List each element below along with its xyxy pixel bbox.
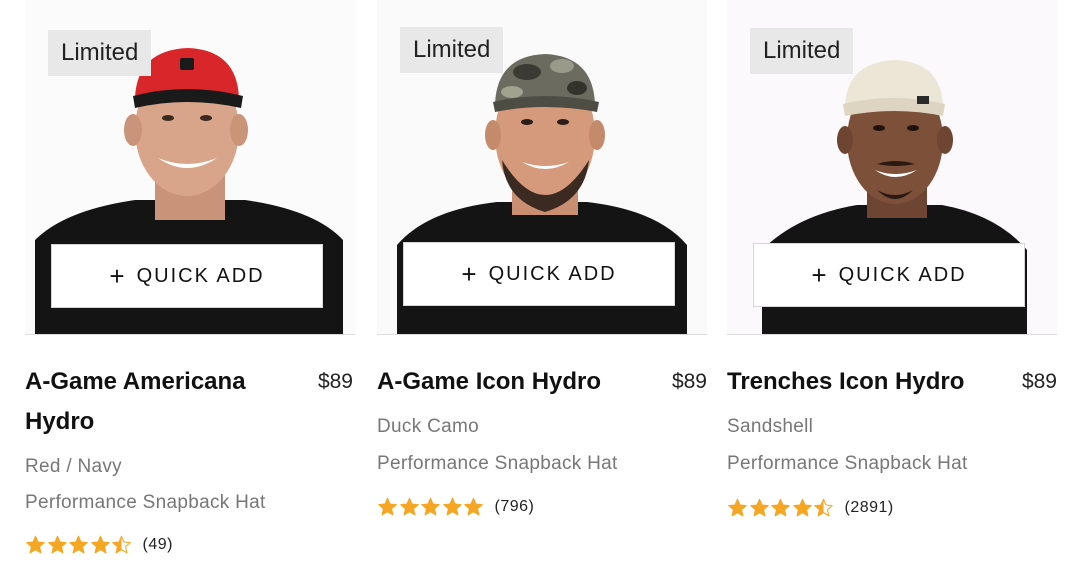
star-icon xyxy=(69,535,88,554)
plus-icon: + xyxy=(811,259,827,290)
product-price: $89 xyxy=(671,370,707,393)
star-icon xyxy=(464,497,483,516)
star-icon xyxy=(26,535,45,554)
star-icon xyxy=(421,497,440,516)
plus-icon: + xyxy=(109,260,125,291)
rating[interactable]: (796) xyxy=(377,496,534,518)
product-image[interactable]: Limited + QUICK ADD xyxy=(377,0,707,335)
review-count: (2891) xyxy=(844,499,894,516)
product-color: Sandshell xyxy=(727,416,814,437)
rating[interactable]: (49) xyxy=(25,534,173,556)
star-rating xyxy=(727,497,835,519)
product-image[interactable]: Limited + QUICK ADD xyxy=(727,0,1057,335)
star-icon xyxy=(378,497,397,516)
rating[interactable]: (2891) xyxy=(727,497,894,519)
star-icon xyxy=(442,497,462,516)
product-card[interactable]: Limited + QUICK ADD A-Game Americana Hyd… xyxy=(25,0,355,578)
star-icon xyxy=(112,535,131,554)
product-color: Duck Camo xyxy=(377,416,479,437)
star-rating xyxy=(377,496,485,518)
review-count: (796) xyxy=(494,498,535,515)
star-icon xyxy=(47,535,67,554)
product-price: $89 xyxy=(1021,370,1057,393)
quick-add-label: QUICK ADD xyxy=(838,263,967,286)
quick-add-label: QUICK ADD xyxy=(136,264,265,287)
product-type: Performance Snapback Hat xyxy=(727,453,968,474)
star-icon xyxy=(792,498,812,517)
star-rating xyxy=(25,534,133,556)
review-count: (49) xyxy=(142,536,173,553)
star-icon xyxy=(771,498,790,517)
quick-add-label: QUICK ADD xyxy=(488,262,617,285)
limited-badge: Limited xyxy=(48,30,152,76)
product-image[interactable]: Limited + QUICK ADD xyxy=(25,0,355,335)
limited-badge: Limited xyxy=(400,27,504,73)
product-card[interactable]: Limited + QUICK ADD A-Game Icon Hydro $8… xyxy=(377,0,707,578)
product-name[interactable]: Trenches Icon Hydro xyxy=(727,362,987,402)
star-icon xyxy=(399,497,419,516)
product-price: $89 xyxy=(317,370,353,393)
product-color: Red / Navy xyxy=(25,456,122,477)
product-card[interactable]: Limited + QUICK ADD Trenches Icon Hydro … xyxy=(727,0,1057,578)
limited-badge: Limited xyxy=(750,28,854,74)
quick-add-button[interactable]: + QUICK ADD xyxy=(51,244,323,308)
quick-add-button[interactable]: + QUICK ADD xyxy=(753,243,1025,307)
product-type: Performance Snapback Hat xyxy=(377,453,618,474)
product-name[interactable]: A-Game Icon Hydro xyxy=(377,362,637,402)
plus-icon: + xyxy=(461,258,477,289)
product-type: Performance Snapback Hat xyxy=(25,492,266,513)
product-name[interactable]: A-Game Americana Hydro xyxy=(25,362,285,442)
star-icon xyxy=(749,498,769,517)
quick-add-button[interactable]: + QUICK ADD xyxy=(403,242,675,306)
star-icon xyxy=(90,535,110,554)
star-icon xyxy=(814,498,833,517)
star-icon xyxy=(728,498,747,517)
